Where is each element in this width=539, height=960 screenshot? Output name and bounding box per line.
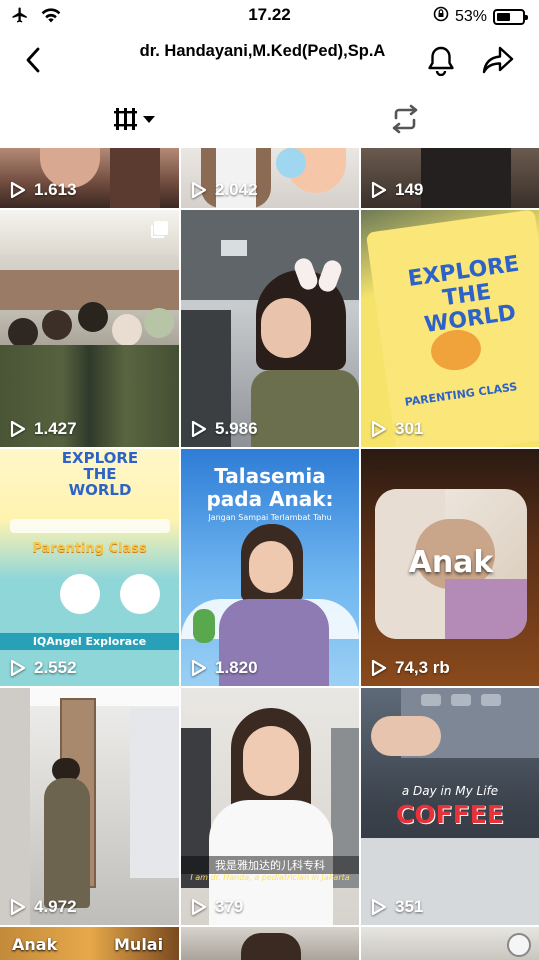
view-count: 149 bbox=[395, 180, 424, 199]
video-tile[interactable]: 5.986 bbox=[181, 210, 359, 447]
battery-fill bbox=[497, 12, 510, 21]
play-icon bbox=[10, 181, 26, 199]
view-count: 4.972 bbox=[34, 897, 77, 916]
play-icon bbox=[191, 420, 207, 438]
profile-header: dr. Handayani,M.Ked(Ped),Sp.A bbox=[0, 32, 539, 90]
tile-caption-text: I am dr. Handa, a pediatrician in Jakart… bbox=[190, 873, 350, 882]
tile-subtitle-text: Parenting Class bbox=[32, 541, 147, 556]
tile-title-text: EXPLORE THE WORLD bbox=[61, 449, 139, 499]
view-count: 1.427 bbox=[34, 419, 77, 438]
share-arrow-icon bbox=[482, 46, 514, 74]
videos-grid-icon bbox=[113, 108, 155, 130]
video-tile[interactable]: 1.613 bbox=[0, 148, 179, 208]
bell-icon bbox=[428, 46, 454, 76]
play-icon bbox=[10, 659, 26, 677]
video-tile[interactable]: Talasemia pada Anak: Jangan Sampai Terla… bbox=[181, 449, 359, 686]
view-count: 2.042 bbox=[215, 180, 258, 199]
play-icon bbox=[191, 659, 207, 677]
video-tile[interactable]: Anak Mulai bbox=[0, 927, 179, 960]
play-icon bbox=[371, 659, 387, 677]
video-tile[interactable]: Anak 74,3 rb bbox=[361, 449, 539, 686]
play-icon bbox=[371, 898, 387, 916]
view-count: 301 bbox=[395, 419, 424, 438]
view-count: 1.613 bbox=[34, 180, 77, 199]
tile-subheading-text: Jangan Sampai Terlambat Tahu bbox=[208, 513, 332, 522]
view-count: 379 bbox=[215, 897, 244, 916]
video-tile[interactable]: 2.042 bbox=[181, 148, 359, 208]
play-icon bbox=[191, 898, 207, 916]
video-grid: 1.613 2.042 149 1.427 5.986 EXPLORE THE … bbox=[0, 148, 539, 960]
multi-photo-icon bbox=[149, 220, 169, 245]
tab-reposts[interactable] bbox=[270, 90, 539, 148]
tile-script-text: a Day in My Life bbox=[401, 784, 499, 798]
share-button[interactable] bbox=[478, 40, 518, 80]
tile-overlay-text: Anak bbox=[12, 935, 58, 954]
tile-overlay-text: COFFEE bbox=[396, 800, 504, 829]
tile-overlay-text: Anak bbox=[408, 545, 494, 580]
video-tile[interactable]: 我是雅加达的儿科专科 I am dr. Handa, a pediatricia… bbox=[181, 688, 359, 925]
status-bar: 17.22 53% bbox=[0, 0, 539, 32]
video-tile[interactable]: EXPLORE THE WORLD Parenting Class IQAnge… bbox=[0, 449, 179, 686]
video-tile[interactable]: 1.427 bbox=[0, 210, 179, 447]
view-count: 351 bbox=[395, 897, 424, 916]
view-count: 74,3 rb bbox=[395, 658, 450, 677]
video-tile[interactable]: 149 bbox=[361, 148, 539, 208]
play-icon bbox=[371, 420, 387, 438]
tile-caption-text: 我是雅加达的儿科专科 bbox=[181, 856, 359, 874]
play-icon bbox=[10, 898, 26, 916]
view-count: 5.986 bbox=[215, 419, 258, 438]
view-count: 1.820 bbox=[215, 658, 258, 677]
notifications-button[interactable] bbox=[422, 40, 460, 80]
video-tile[interactable]: a Day in My Life COFFEE 351 bbox=[361, 688, 539, 925]
chevron-left-icon bbox=[26, 47, 40, 73]
play-icon bbox=[371, 181, 387, 199]
back-button[interactable] bbox=[16, 42, 50, 78]
battery-icon bbox=[493, 8, 528, 25]
play-icon bbox=[191, 181, 207, 199]
play-icon bbox=[10, 420, 26, 438]
orientation-lock-icon bbox=[433, 6, 449, 27]
video-tile[interactable] bbox=[181, 927, 359, 960]
battery-percent: 53% bbox=[454, 7, 487, 25]
tile-overlay-text: Mulai bbox=[114, 935, 164, 954]
video-tile[interactable]: EXPLORE THE WORLD PARENTING CLASS 301 bbox=[361, 210, 539, 447]
tile-heading-text: Talasemia pada Anak: bbox=[206, 464, 334, 511]
video-tile[interactable]: 4.972 bbox=[0, 688, 179, 925]
caret-down-icon bbox=[142, 116, 155, 123]
repost-icon bbox=[392, 104, 417, 134]
video-tile[interactable] bbox=[361, 927, 539, 960]
profile-name-title: dr. Handayani,M.Ked(Ped),Sp.A bbox=[139, 42, 386, 60]
tile-subtitle-text: IQAngel Explorace bbox=[0, 633, 179, 650]
tab-videos[interactable] bbox=[0, 90, 269, 148]
view-count: 2.552 bbox=[34, 658, 77, 677]
profile-tabs bbox=[0, 90, 539, 148]
